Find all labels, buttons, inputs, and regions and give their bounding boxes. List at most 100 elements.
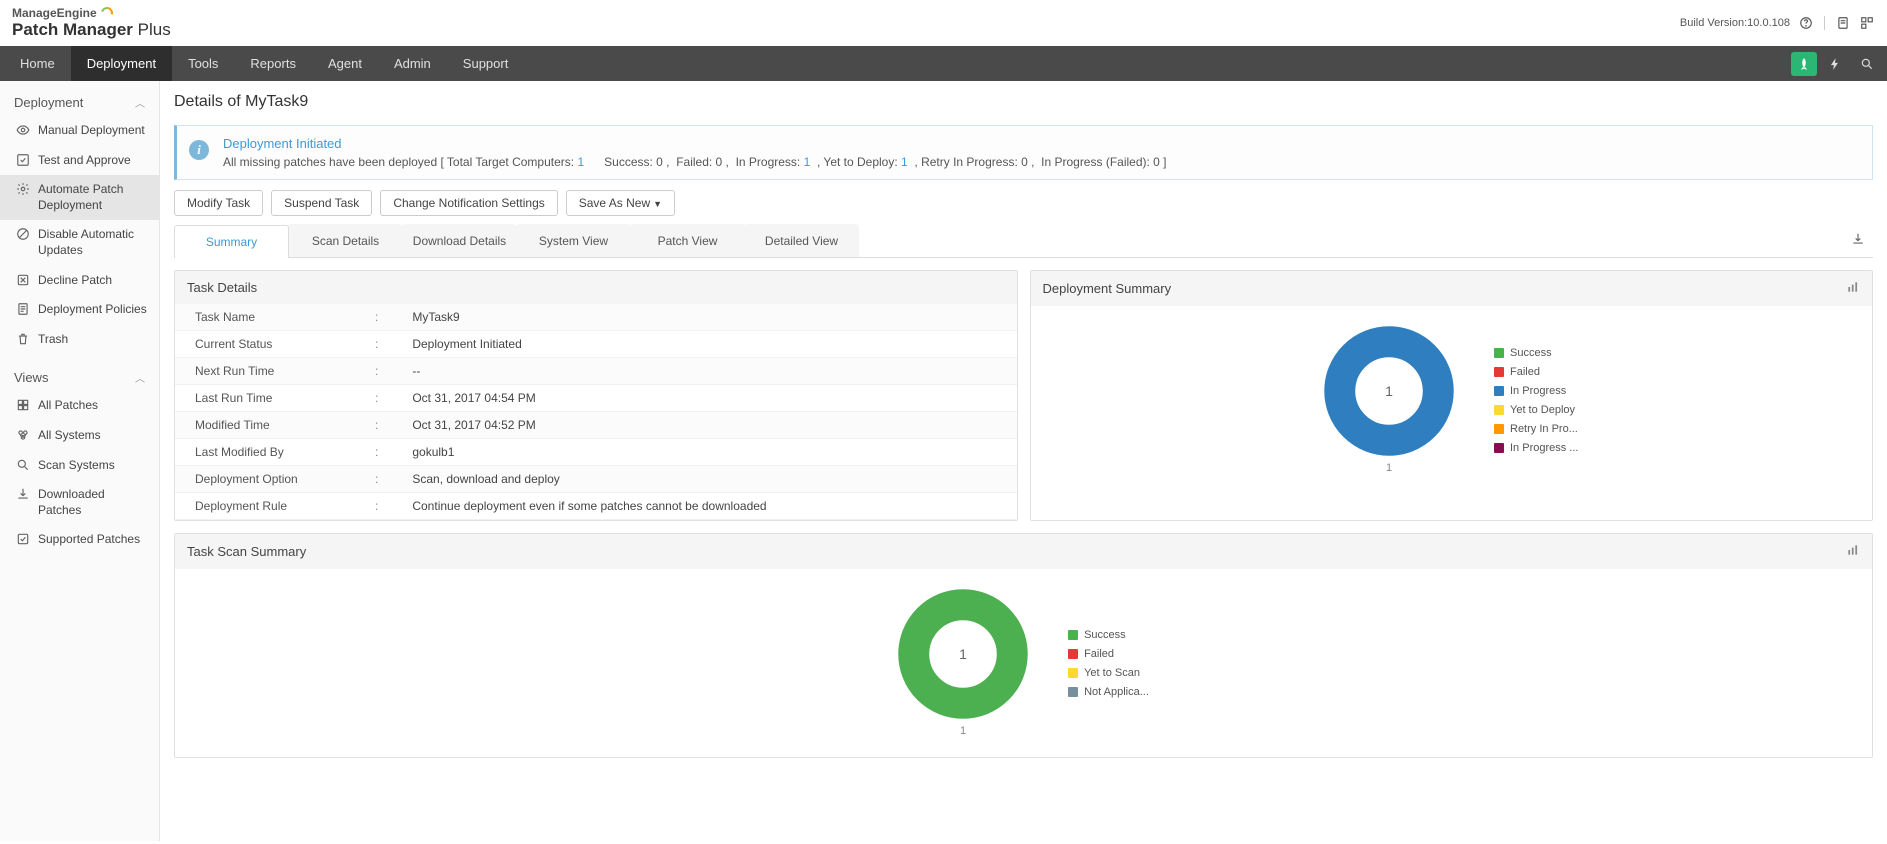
deployment-summary-panel: Deployment Summary 1 <box>1030 270 1874 521</box>
detail-label: Last Run Time <box>175 385 355 412</box>
detail-colon: : <box>355 331 392 358</box>
detail-label: Modified Time <box>175 412 355 439</box>
help-icon[interactable] <box>1798 15 1814 31</box>
sidebar-item-all-patches[interactable]: All Patches <box>0 391 159 421</box>
nav-left: HomeDeploymentToolsReportsAgentAdminSupp… <box>4 46 524 81</box>
action-row: Modify Task Suspend Task Change Notifica… <box>174 190 1873 216</box>
table-row: Deployment Rule:Continue deployment even… <box>175 493 1017 520</box>
legend-item[interactable]: Retry In Pro... <box>1494 423 1578 435</box>
sidebar-section-deployment[interactable]: Deployment ︿ <box>0 89 159 116</box>
info-body: Deployment Initiated All missing patches… <box>223 136 1860 169</box>
legend-item[interactable]: Yet to Deploy <box>1494 404 1578 416</box>
logo-arc-icon <box>98 5 114 21</box>
detail-label: Last Modified By <box>175 439 355 466</box>
banner-success: Success: 0 , <box>604 155 669 169</box>
sidebar-item-label: Decline Patch <box>38 273 147 289</box>
tab-summary[interactable]: Summary <box>174 225 289 258</box>
sidebar-item-label: Disable Automatic Updates <box>38 227 147 258</box>
legend-label: Yet to Deploy <box>1510 404 1575 416</box>
sidebar-item-supported-patches[interactable]: Supported Patches <box>0 525 159 555</box>
detail-colon: : <box>355 493 392 520</box>
legend-item[interactable]: In Progress ... <box>1494 442 1578 454</box>
table-row: Deployment Option:Scan, download and dep… <box>175 466 1017 493</box>
detail-colon: : <box>355 466 392 493</box>
nav-item-support[interactable]: Support <box>447 46 525 81</box>
legend-swatch <box>1494 386 1504 396</box>
nav-item-tools[interactable]: Tools <box>172 46 234 81</box>
modify-task-button[interactable]: Modify Task <box>174 190 263 216</box>
nav-item-agent[interactable]: Agent <box>312 46 378 81</box>
chart-toggle-icon[interactable] <box>1846 280 1860 297</box>
jump-icon[interactable] <box>1859 15 1875 31</box>
legend-item[interactable]: Success <box>1494 347 1578 359</box>
deployment-donut[interactable]: 1 <box>1324 326 1454 456</box>
nav-flash-icon[interactable] <box>1819 46 1851 81</box>
tab-scan-details[interactable]: Scan Details <box>288 224 403 257</box>
sidebar-item-trash[interactable]: Trash <box>0 325 159 355</box>
deployment-summary-title: Deployment Summary <box>1043 281 1172 296</box>
banner-yet-val[interactable]: 1 <box>901 155 908 169</box>
export-icon[interactable] <box>1843 232 1873 249</box>
sidebar-item-manual-deployment[interactable]: Manual Deployment <box>0 116 159 146</box>
detail-colon: : <box>355 439 392 466</box>
legend-item[interactable]: Success <box>1068 629 1149 641</box>
nav-item-home[interactable]: Home <box>4 46 71 81</box>
logo-brand: ManageEngine <box>12 6 171 20</box>
chart-toggle-icon[interactable] <box>1846 543 1860 560</box>
gear-icon <box>16 182 30 196</box>
sidebar-item-scan-systems[interactable]: Scan Systems <box>0 451 159 481</box>
sidebar-item-test-and-approve[interactable]: Test and Approve <box>0 146 159 176</box>
sidebar-item-decline-patch[interactable]: Decline Patch <box>0 266 159 296</box>
banner-inprog-val[interactable]: 1 <box>804 155 811 169</box>
logo-product-light: Plus <box>138 20 171 39</box>
banner-text: All missing patches have been deployed [… <box>223 155 1860 169</box>
table-row: Task Name:MyTask9 <box>175 304 1017 331</box>
nav-launch-icon[interactable] <box>1791 52 1817 76</box>
deployment-chart-area: 1 1 Success Failed In Progress Yet to Deplo… <box>1031 306 1873 494</box>
sidebar: Deployment ︿ Manual Deployment Test and A… <box>0 81 160 841</box>
sidebar-item-downloaded-patches[interactable]: Downloaded Patches <box>0 480 159 525</box>
deployment-chart-caption: 1 <box>1324 462 1454 474</box>
legend-swatch <box>1494 424 1504 434</box>
legend-item[interactable]: In Progress <box>1494 385 1578 397</box>
tab-system-view[interactable]: System View <box>516 224 631 257</box>
license-icon[interactable] <box>1835 15 1851 31</box>
legend-item[interactable]: Failed <box>1494 366 1578 378</box>
tab-detailed-view[interactable]: Detailed View <box>744 224 859 257</box>
scan-donut-center: 1 <box>959 646 967 662</box>
legend-item[interactable]: Failed <box>1068 648 1149 660</box>
legend-item[interactable]: Yet to Scan <box>1068 667 1149 679</box>
deployment-summary-header: Deployment Summary <box>1031 271 1873 306</box>
suspend-task-button[interactable]: Suspend Task <box>271 190 372 216</box>
sidebar-item-deployment-policies[interactable]: Deployment Policies <box>0 295 159 325</box>
info-icon: i <box>189 140 209 160</box>
sidebar-item-automate-patch-deployment[interactable]: Automate Patch Deployment <box>0 175 159 220</box>
sidebar-item-disable-automatic-updates[interactable]: Disable Automatic Updates <box>0 220 159 265</box>
scan-donut[interactable]: 1 <box>898 589 1028 719</box>
nav-item-deployment[interactable]: Deployment <box>71 46 172 81</box>
nav-search-icon[interactable] <box>1851 46 1883 81</box>
nav-item-reports[interactable]: Reports <box>234 46 312 81</box>
save-as-new-button[interactable]: Save As New▼ <box>566 190 675 216</box>
change-notification-button[interactable]: Change Notification Settings <box>380 190 557 216</box>
search-icon <box>16 458 30 472</box>
policies-icon <box>16 302 30 316</box>
legend-label: Not Applica... <box>1084 686 1149 698</box>
detail-label: Deployment Option <box>175 466 355 493</box>
sidebar-item-all-systems[interactable]: All Systems <box>0 421 159 451</box>
sidebar-section-views[interactable]: Views ︿ <box>0 364 159 391</box>
block-icon <box>16 227 30 241</box>
detail-value: gokulb1 <box>392 439 1016 466</box>
table-row: Current Status:Deployment Initiated <box>175 331 1017 358</box>
sidebar-item-label: Test and Approve <box>38 153 147 169</box>
banner-total[interactable]: 1 <box>577 155 584 169</box>
tab-patch-view[interactable]: Patch View <box>630 224 745 257</box>
tab-download-details[interactable]: Download Details <box>402 224 517 257</box>
build-version: Build Version:10.0.108 <box>1680 17 1790 29</box>
sidebar-item-label: Trash <box>38 332 147 348</box>
table-row: Last Modified By:gokulb1 <box>175 439 1017 466</box>
nav-item-admin[interactable]: Admin <box>378 46 447 81</box>
scan-legend: Success Failed Yet to Scan Not Applica... <box>1068 629 1149 698</box>
legend-item[interactable]: Not Applica... <box>1068 686 1149 698</box>
detail-value: Continue deployment even if some patches… <box>392 493 1016 520</box>
